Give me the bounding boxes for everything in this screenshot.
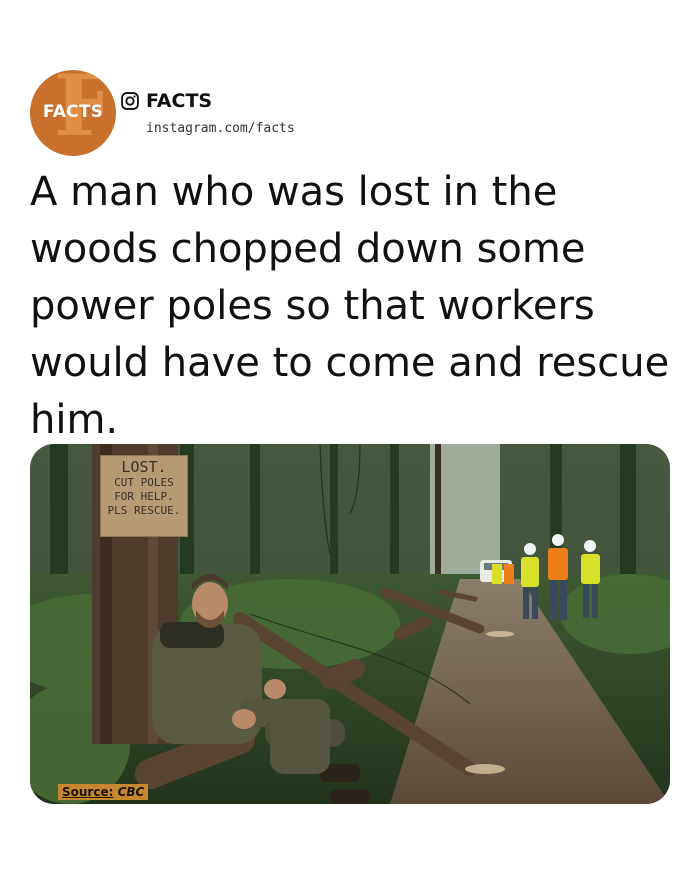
sign-line-2: CUT POLES — [114, 476, 174, 489]
lost-sign: LOST. CUT POLES FOR HELP. PLS RESCUE. — [100, 455, 188, 537]
instagram-icon — [121, 92, 139, 110]
sign-line-3: FOR HELP. — [114, 490, 174, 503]
headline-text: A man who was lost in the woods chopped … — [30, 169, 670, 443]
account-handle-row[interactable]: FACTS — [120, 90, 212, 112]
post-header: F FACTS FACTS instagram.com/facts — [30, 68, 670, 156]
forest-photo: LOST. CUT POLES FOR HELP. PLS RESCUE. So… — [30, 444, 670, 804]
facts-logo[interactable]: F FACTS — [30, 70, 116, 156]
source-value: CBC — [117, 785, 145, 799]
sign-line-4: PLS RESCUE. — [107, 504, 181, 517]
sign-line-1: LOST. — [121, 458, 167, 476]
account-url[interactable]: instagram.com/facts — [146, 121, 295, 136]
source-badge: Source: CBC — [58, 784, 149, 800]
source-label: Source: — [62, 785, 114, 799]
account-handle: FACTS — [146, 90, 213, 112]
logo-text: FACTS — [42, 102, 104, 122]
